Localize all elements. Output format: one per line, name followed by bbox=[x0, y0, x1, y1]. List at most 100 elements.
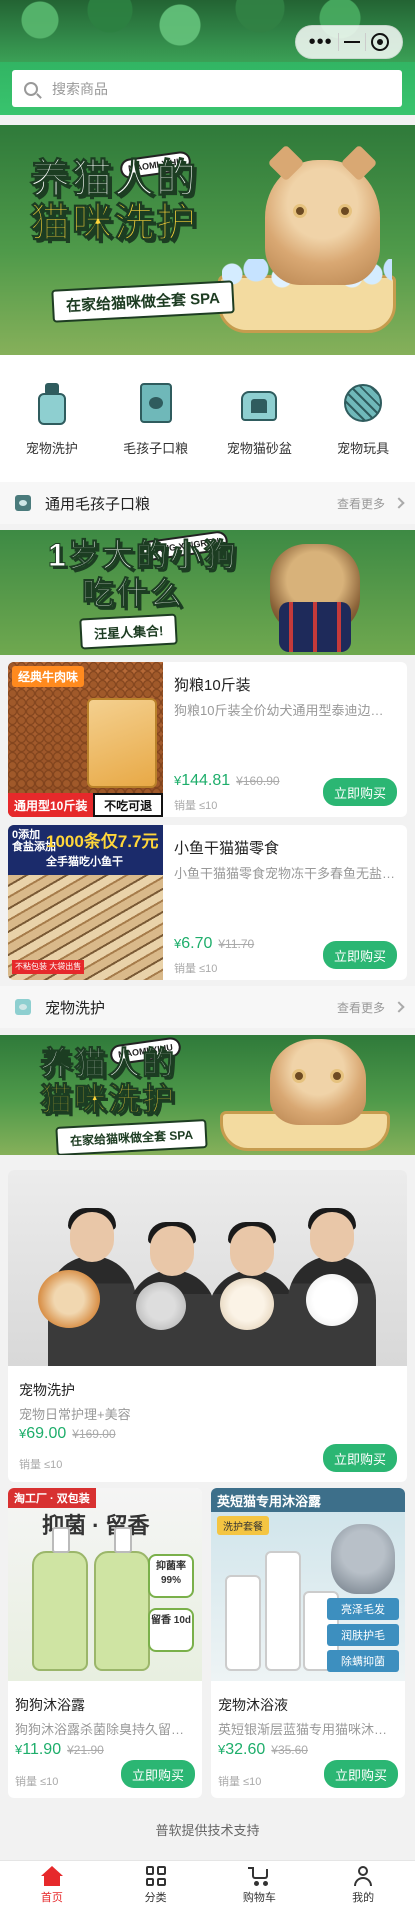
product-name: 宠物洗护 bbox=[19, 1382, 75, 1398]
banner-slogan: 在家给猫咪做全套 SPA bbox=[55, 1119, 208, 1155]
buy-now-button[interactable]: 立即购买 bbox=[323, 778, 397, 806]
image-headline: 英短猫专用沐浴露 bbox=[211, 1488, 405, 1512]
poodle-illustration bbox=[136, 1282, 186, 1330]
section-title: 通用毛孩子口粮 bbox=[45, 495, 151, 513]
product-name: 宠物沐浴液 bbox=[218, 1697, 288, 1713]
chevron-right-icon[interactable] bbox=[393, 1001, 405, 1013]
product-price: ¥11.90 bbox=[15, 1741, 62, 1758]
tab-label: 首页 bbox=[40, 1892, 63, 1904]
chevron-right-icon[interactable] bbox=[393, 497, 405, 509]
banner-slogan: 在家给猫咪做全套 SPA bbox=[51, 280, 235, 323]
bottle-illustration bbox=[225, 1575, 261, 1671]
view-more-link[interactable]: 查看更多 bbox=[337, 495, 385, 512]
tab-bar: 首页 分类 购物车 我的 bbox=[0, 1860, 415, 1910]
image-badge: 留香 10d bbox=[148, 1608, 194, 1652]
section-header-wash: 宠物洗护 查看更多 bbox=[0, 986, 415, 1028]
shampoo-bottle-illustration bbox=[32, 1527, 88, 1671]
tab-home[interactable]: 首页 bbox=[0, 1861, 104, 1910]
product-card-cat-shampoo[interactable]: 英短猫专用沐浴露 洗护套餐 亮泽毛发 润肤护毛 除螨抑菌 宠物沐浴液 英短银渐层… bbox=[211, 1488, 405, 1798]
category-litter-box[interactable]: 宠物猫砂盆 bbox=[209, 381, 309, 457]
product-card-pet-grooming[interactable]: 宠物洗护 宠物日常护理+美容 ¥69.00 ¥169.00 销量 ≤10 立即购买 bbox=[8, 1170, 407, 1482]
category-nav: 宠物洗护 毛孩子口粮 宠物猫砂盆 宠物玩具 bbox=[0, 355, 415, 482]
page: ••• 搜索商品 MAOMI XIHU 养猫人的 猫咪洗护 在家给猫咪做全套 S… bbox=[0, 0, 415, 1910]
food-bag-illustration bbox=[87, 698, 157, 788]
shampoo-bottle-icon bbox=[30, 381, 74, 425]
home-icon bbox=[40, 1866, 63, 1886]
product-name: 狗狗沐浴露 bbox=[15, 1697, 85, 1713]
litter-box-icon bbox=[237, 381, 281, 425]
tab-category[interactable]: 分类 bbox=[104, 1861, 208, 1910]
original-price: ¥21.90 bbox=[67, 1743, 104, 1757]
capsule-divider bbox=[337, 33, 339, 51]
section-header-food: 通用毛孩子口粮 查看更多 bbox=[0, 482, 415, 524]
price-box: ¥69.00 ¥169.00 bbox=[19, 1425, 116, 1443]
image-tag-refund: 不吃可退 bbox=[93, 793, 163, 817]
banner-title-line2: 猫咪洗护 bbox=[39, 1081, 177, 1118]
buy-now-button[interactable]: 立即购买 bbox=[121, 1760, 195, 1788]
banner-cat-care[interactable]: MAOMI XIHU 养猫人的 猫咪洗护 在家给猫咪做全套 SPA bbox=[0, 125, 415, 355]
sales-count: 销量 ≤10 bbox=[19, 1459, 63, 1471]
pet-food-bag-icon bbox=[134, 381, 178, 425]
banner-title-line1: 养猫人的 bbox=[30, 157, 198, 202]
product-desc: 狗粮10斤装全价幼犬通用型泰迪边牧金毛 bbox=[174, 703, 396, 718]
buy-now-button[interactable]: 立即购买 bbox=[323, 941, 397, 969]
shampoo-bottle-illustration bbox=[94, 1527, 150, 1671]
search-input[interactable]: 搜索商品 bbox=[12, 70, 402, 107]
banner-title: 养猫人的 猫咪洗护 bbox=[30, 157, 198, 246]
buy-now-button[interactable]: 立即购买 bbox=[324, 1760, 398, 1788]
yarn-ball-icon bbox=[341, 381, 385, 425]
category-pet-wash[interactable]: 宠物洗护 bbox=[2, 381, 102, 457]
category-label: 宠物猫砂盆 bbox=[226, 441, 292, 456]
product-price: ¥144.81 bbox=[174, 772, 231, 789]
product-image: 0添加 食盐添加 1000条仅7.7元 全手猫吃小鱼干 不粘包装 大袋出售 bbox=[8, 825, 163, 980]
image-tag-weight: 通用型10斤装 bbox=[8, 793, 94, 817]
view-more-link[interactable]: 查看更多 bbox=[337, 999, 385, 1016]
category-pet-food[interactable]: 毛孩子口粮 bbox=[106, 381, 206, 457]
image-tag: 淘工厂 · 双包装 bbox=[8, 1488, 96, 1508]
cat-illustration bbox=[220, 1278, 274, 1330]
grid-icon bbox=[145, 1866, 166, 1886]
image-red-tag: 不粘包装 大袋出售 bbox=[12, 960, 85, 974]
banner-slogan: 汪星人集合! bbox=[79, 613, 179, 650]
minimize-icon[interactable] bbox=[343, 41, 360, 43]
category-label: 宠物洗护 bbox=[25, 441, 78, 456]
banner-title-line1: 养猫人的 bbox=[39, 1045, 177, 1082]
buy-now-button[interactable]: 立即购买 bbox=[323, 1444, 397, 1472]
section-title: 宠物洗护 bbox=[45, 999, 106, 1017]
header: ••• 搜索商品 bbox=[0, 0, 415, 115]
sales-count: 销量 ≤10 bbox=[174, 963, 218, 975]
mini-program-capsule: ••• bbox=[295, 25, 403, 59]
price-box: ¥11.90 ¥21.90 bbox=[15, 1741, 104, 1759]
product-card-dog-shampoo[interactable]: 淘工厂 · 双包装 抑菌 · 留香 抑菌率 99% 留香 10d 狗狗沐浴露 狗… bbox=[8, 1488, 202, 1798]
product-desc: 英短银渐层蓝猫专用猫咪沐浴露香波 bbox=[218, 1722, 398, 1737]
image-headline: 1000条仅7.7元 bbox=[46, 832, 159, 851]
banner-puppy-food[interactable]: WANG XINGREN 1岁大的小狗 吃什么 汪星人集合! bbox=[0, 530, 415, 655]
tab-me[interactable]: 我的 bbox=[311, 1861, 415, 1910]
more-dots-icon[interactable]: ••• bbox=[309, 32, 333, 52]
search-icon bbox=[24, 81, 38, 96]
sales-count: 销量 ≤10 bbox=[15, 1776, 59, 1788]
product-card-dog-food[interactable]: 经典牛肉味 通用型10斤装 不吃可退 狗粮10斤装 狗粮10斤装全价幼犬通用型泰… bbox=[8, 662, 407, 817]
image-feature: 润肤护毛 bbox=[327, 1624, 399, 1646]
product-image: 英短猫专用沐浴露 洗护套餐 亮泽毛发 润肤护毛 除螨抑菌 bbox=[211, 1488, 405, 1681]
sales-count: 销量 ≤10 bbox=[174, 800, 218, 812]
tab-cart[interactable]: 购物车 bbox=[208, 1861, 312, 1910]
category-pet-toys[interactable]: 宠物玩具 bbox=[313, 381, 413, 457]
original-price: ¥169.00 bbox=[72, 1427, 116, 1441]
banner-title-line2: 吃什么 bbox=[82, 575, 185, 612]
product-card-fish-snack[interactable]: 0添加 食盐添加 1000条仅7.7元 全手猫吃小鱼干 不粘包装 大袋出售 小鱼干… bbox=[8, 825, 407, 980]
category-label: 毛孩子口粮 bbox=[123, 441, 189, 456]
original-price: ¥11.70 bbox=[218, 937, 255, 951]
price-box: ¥6.70 ¥11.70 bbox=[174, 935, 254, 953]
image-subtag: 洗护套餐 bbox=[217, 1516, 269, 1535]
tab-label: 分类 bbox=[144, 1892, 167, 1904]
gray-cat-illustration bbox=[331, 1524, 395, 1594]
product-desc: 小鱼干猫猫零食宠物冻干多春鱼无盐猫咪零食 bbox=[174, 866, 396, 881]
cat-illustration bbox=[265, 144, 380, 285]
sales-count: 销量 ≤10 bbox=[218, 1776, 262, 1788]
price-box: ¥32.60 ¥35.60 bbox=[218, 1741, 308, 1759]
banner-cat-care-2[interactable]: MAOMI XIHU 养猫人的 猫咪洗护 在家给猫咪做全套 SPA bbox=[0, 1035, 415, 1155]
banner-title-line1: 1岁大的小狗 bbox=[48, 537, 238, 574]
banner-title: 养猫人的 猫咪洗护 bbox=[39, 1045, 177, 1118]
target-icon[interactable] bbox=[371, 33, 390, 51]
